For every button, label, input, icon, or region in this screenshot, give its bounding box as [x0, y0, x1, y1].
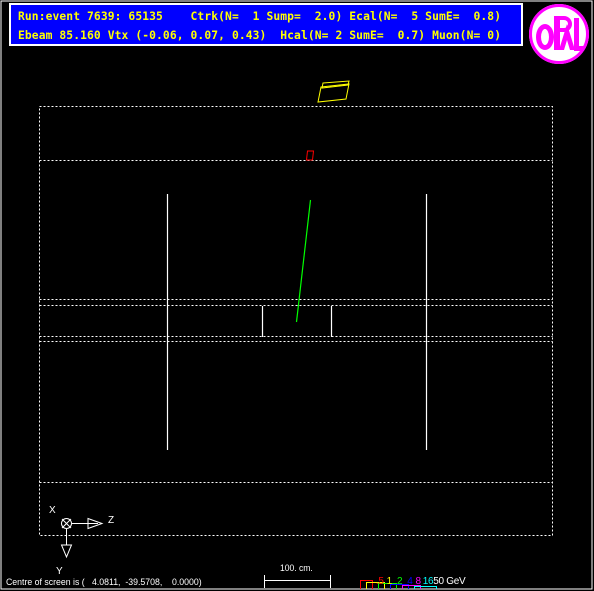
- axis-indicator: [60, 517, 104, 559]
- detector-outline: [39, 106, 553, 536]
- y-arrow-icon: [60, 544, 73, 559]
- axis-x-label: X: [49, 505, 56, 516]
- event-info-line-2: Ebeam 85.160 Vtx (-0.06, 0.07, 0.43) Hca…: [18, 29, 502, 42]
- energy-legend-item: 1: [386, 576, 393, 587]
- energy-legend-item: 4: [407, 576, 413, 587]
- energy-legend: .5 1 2 4 8 1650 GeV: [366, 565, 466, 591]
- axis-y-label: Y: [56, 566, 63, 577]
- ecal-hit: [305, 150, 315, 161]
- screen-centre-readout: Centre of screen is ( 4.0811, -39.5708, …: [6, 577, 202, 588]
- axis-z-label: Z: [108, 515, 115, 526]
- event-info-panel: Run:event 7639: 65135 Ctrk(N= 1 Sump= 2.…: [9, 3, 523, 46]
- energy-legend-item: 8: [415, 576, 421, 587]
- event-info-line-1: Run:event 7639: 65135 Ctrk(N= 1 Sump= 2.…: [18, 10, 502, 23]
- energy-legend-item: .5: [375, 576, 384, 587]
- energy-legend-item: 2: [396, 576, 403, 587]
- opal-logo: [529, 4, 589, 64]
- charged-track: [295, 199, 312, 323]
- detector-view: [0, 0, 593, 590]
- energy-legend-item: 16: [422, 576, 434, 587]
- scale-bar: [264, 575, 331, 588]
- energy-legend-item: 50 GeV: [433, 576, 466, 587]
- event-display: Run:event 7639: 65135 Ctrk(N= 1 Sump= 2.…: [0, 0, 594, 591]
- scale-bar-label: 100. cm.: [280, 563, 313, 574]
- view-frame: [0, 0, 593, 590]
- hcal-hit: [317, 80, 350, 103]
